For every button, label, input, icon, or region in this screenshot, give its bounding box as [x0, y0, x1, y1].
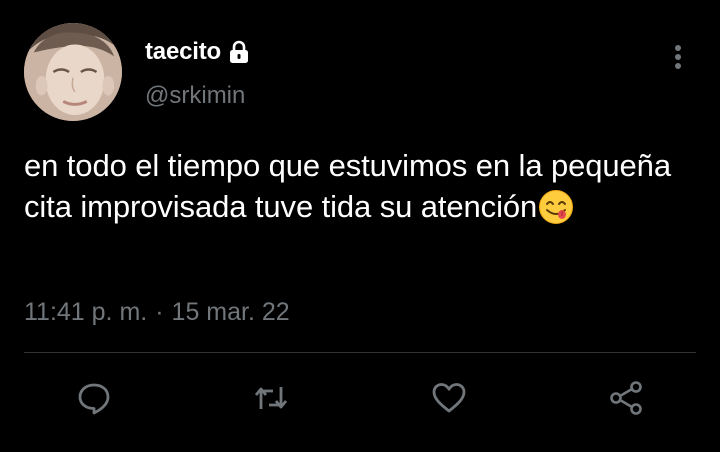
- face-savoring-food-emoji: [538, 189, 574, 225]
- retweet-icon: [254, 387, 288, 409]
- share-button[interactable]: [604, 376, 648, 420]
- tweet-timestamp[interactable]: 11:41 p. m. · 15 mar. 22: [24, 298, 290, 327]
- tweet-time: 11:41 p. m.: [24, 298, 148, 326]
- heart-icon: [432, 383, 466, 413]
- tweet-detail: taecito @srkimin en todo el tiempo que e…: [0, 0, 720, 452]
- share-icon: [610, 381, 642, 415]
- avatar[interactable]: [24, 23, 122, 121]
- lock-icon: [227, 39, 251, 65]
- like-button[interactable]: [427, 376, 471, 420]
- user-handle[interactable]: @srkimin: [145, 82, 245, 110]
- action-bar: [0, 376, 720, 426]
- divider: [24, 352, 696, 353]
- display-name[interactable]: taecito: [145, 38, 221, 66]
- author-name-row: taecito: [145, 37, 251, 67]
- more-vertical-icon[interactable]: [668, 42, 688, 72]
- timestamp-separator: ·: [155, 298, 164, 326]
- reply-button[interactable]: [72, 376, 116, 420]
- avatar-photo: [24, 23, 122, 121]
- retweet-button[interactable]: [249, 376, 293, 420]
- tweet-text: en todo el tiempo que estuvimos en la pe…: [24, 145, 684, 227]
- reply-icon: [78, 383, 110, 415]
- tweet-date: 15 mar. 22: [171, 298, 290, 326]
